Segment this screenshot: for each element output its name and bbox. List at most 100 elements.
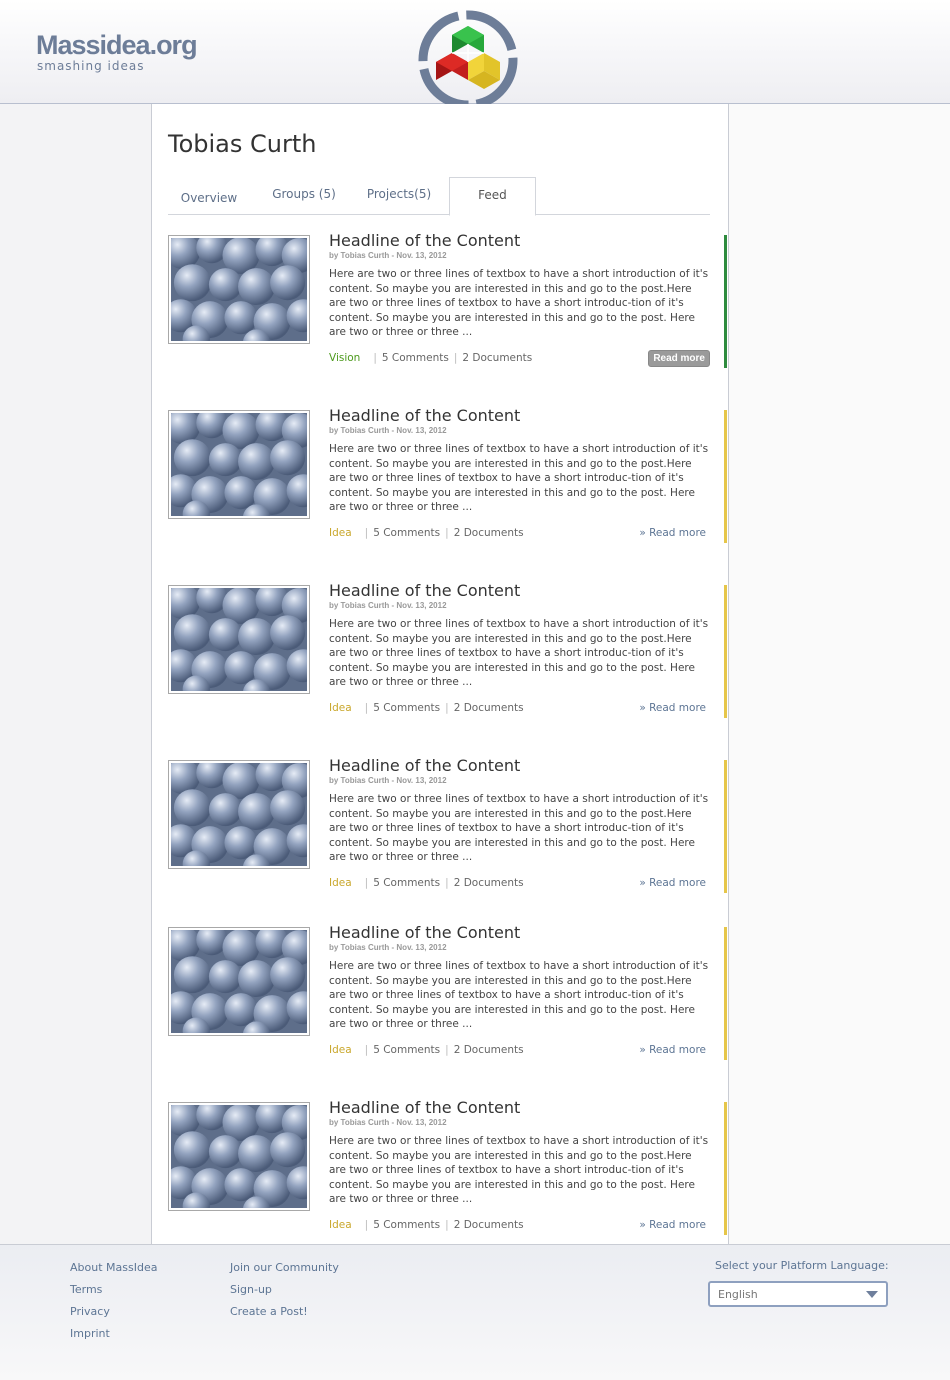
footer-link-privacy[interactable]: Privacy [70, 1305, 110, 1318]
thumbnail-image [171, 588, 307, 691]
content-headline[interactable]: Headline of the Content [329, 406, 520, 425]
language-select-value: English [718, 1288, 758, 1301]
meta-separator: | [445, 1219, 449, 1231]
content-thumbnail[interactable] [168, 1102, 310, 1211]
category-tag[interactable]: Idea [329, 877, 352, 889]
profile-name: Tobias Curth [168, 130, 317, 158]
content-headline[interactable]: Headline of the Content [329, 923, 520, 942]
category-tag[interactable]: Vision [329, 352, 360, 364]
profile-tabs: Overview Groups (5) Projects(5) Feed [168, 177, 710, 216]
footer-link-sign-up[interactable]: Sign-up [230, 1283, 272, 1296]
documents-count[interactable]: 2 Documents [454, 702, 524, 714]
footer-link-terms[interactable]: Terms [70, 1283, 102, 1296]
documents-count[interactable]: 2 Documents [454, 527, 524, 539]
content-byline: by Tobias Curth - Nov. 13, 2012 [329, 943, 447, 952]
comments-count[interactable]: 5 Comments [373, 1044, 440, 1056]
left-sidebar [0, 104, 152, 1244]
tab-groups[interactable]: Groups (5) [263, 177, 345, 215]
feed-item: Headline of the Content by Tobias Curth … [168, 581, 728, 720]
meta-separator: | [364, 1044, 369, 1056]
documents-count[interactable]: 2 Documents [454, 1219, 524, 1231]
massidea-emblem-icon[interactable] [417, 8, 521, 112]
meta-separator: | [445, 527, 449, 539]
tab-projects[interactable]: Projects(5) [358, 177, 440, 215]
feed-item: Headline of the Content by Tobias Curth … [168, 756, 728, 895]
documents-count[interactable]: 2 Documents [462, 352, 532, 364]
content-meta: Idea | 5 Comments | 2 Documents [329, 1044, 524, 1056]
content-thumbnail[interactable] [168, 585, 310, 694]
category-accent-bar [724, 410, 727, 543]
thumbnail-image [171, 930, 307, 1033]
content-excerpt: Here are two or three lines of textbox t… [329, 443, 709, 514]
category-tag[interactable]: Idea [329, 702, 352, 714]
main-content: Tobias Curth Overview Groups (5) Project… [151, 104, 729, 1245]
feed-item: Headline of the Content by Tobias Curth … [168, 923, 728, 1062]
comments-count[interactable]: 5 Comments [373, 877, 440, 889]
meta-separator: | [445, 702, 449, 714]
thumbnail-image [171, 238, 307, 341]
chevron-down-icon [866, 1291, 878, 1298]
tab-feed[interactable]: Feed [449, 177, 536, 216]
content-excerpt: Here are two or three lines of textbox t… [329, 1135, 709, 1206]
category-tag[interactable]: Idea [329, 1044, 352, 1056]
content-thumbnail[interactable] [168, 410, 310, 519]
thumbnail-image [171, 763, 307, 866]
read-more-link[interactable]: » Read more [639, 527, 706, 539]
footer-link-create-post[interactable]: Create a Post! [230, 1305, 308, 1318]
category-tag[interactable]: Idea [329, 527, 352, 539]
meta-separator: | [364, 877, 369, 889]
content-excerpt: Here are two or three lines of textbox t… [329, 793, 709, 864]
meta-separator: | [364, 1219, 369, 1231]
read-more-link[interactable]: » Read more [639, 1219, 706, 1231]
comments-count[interactable]: 5 Comments [373, 527, 440, 539]
content-thumbnail[interactable] [168, 760, 310, 869]
content-byline: by Tobias Curth - Nov. 13, 2012 [329, 426, 447, 435]
comments-count[interactable]: 5 Comments [382, 352, 449, 364]
content-meta: Idea | 5 Comments | 2 Documents [329, 1219, 524, 1231]
content-headline[interactable]: Headline of the Content [329, 1098, 520, 1117]
comments-count[interactable]: 5 Comments [373, 1219, 440, 1231]
content-excerpt: Here are two or three lines of textbox t… [329, 268, 709, 339]
read-more-link[interactable]: » Read more [639, 1044, 706, 1056]
content-meta: Vision | 5 Comments | 2 Documents [329, 352, 532, 364]
content-byline: by Tobias Curth - Nov. 13, 2012 [329, 776, 447, 785]
documents-count[interactable]: 2 Documents [454, 1044, 524, 1056]
footer-link-about[interactable]: About MassIdea [70, 1261, 157, 1274]
content-meta: Idea | 5 Comments | 2 Documents [329, 527, 524, 539]
category-accent-bar [724, 927, 727, 1060]
content-thumbnail[interactable] [168, 235, 310, 344]
meta-separator: | [364, 527, 369, 539]
meta-separator: | [364, 702, 369, 714]
footer-link-imprint[interactable]: Imprint [70, 1327, 110, 1340]
language-label: Select your Platform Language: [715, 1259, 889, 1272]
content-thumbnail[interactable] [168, 927, 310, 1036]
language-select[interactable]: English [708, 1281, 888, 1307]
feed-item: Headline of the Content by Tobias Curth … [168, 231, 728, 370]
feed-item: Headline of the Content by Tobias Curth … [168, 1098, 728, 1237]
content-headline[interactable]: Headline of the Content [329, 231, 520, 250]
site-header: Massidea.org smashing ideas [0, 0, 950, 110]
comments-count[interactable]: 5 Comments [373, 702, 440, 714]
footer-link-join-community[interactable]: Join our Community [230, 1261, 339, 1274]
category-accent-bar [724, 235, 727, 368]
category-tag[interactable]: Idea [329, 1219, 352, 1231]
content-headline[interactable]: Headline of the Content [329, 756, 520, 775]
meta-separator: | [453, 352, 458, 364]
tab-overview[interactable]: Overview [168, 181, 250, 219]
category-accent-bar [724, 760, 727, 893]
content-headline[interactable]: Headline of the Content [329, 581, 520, 600]
content-excerpt: Here are two or three lines of textbox t… [329, 618, 709, 689]
category-accent-bar [724, 1102, 727, 1235]
documents-count[interactable]: 2 Documents [454, 877, 524, 889]
logo-subtitle: smashing ideas [37, 59, 145, 73]
content-meta: Idea | 5 Comments | 2 Documents [329, 877, 524, 889]
read-more-link[interactable]: » Read more [639, 702, 706, 714]
thumbnail-image [171, 413, 307, 516]
content-byline: by Tobias Curth - Nov. 13, 2012 [329, 251, 447, 260]
category-accent-bar [724, 585, 727, 718]
right-sidebar [728, 104, 950, 1244]
read-more-button[interactable]: Read more [648, 350, 710, 367]
read-more-link[interactable]: » Read more [639, 877, 706, 889]
site-footer: About MassIdea Terms Privacy Imprint Joi… [0, 1244, 950, 1380]
logo-title[interactable]: Massidea.org [36, 30, 198, 61]
